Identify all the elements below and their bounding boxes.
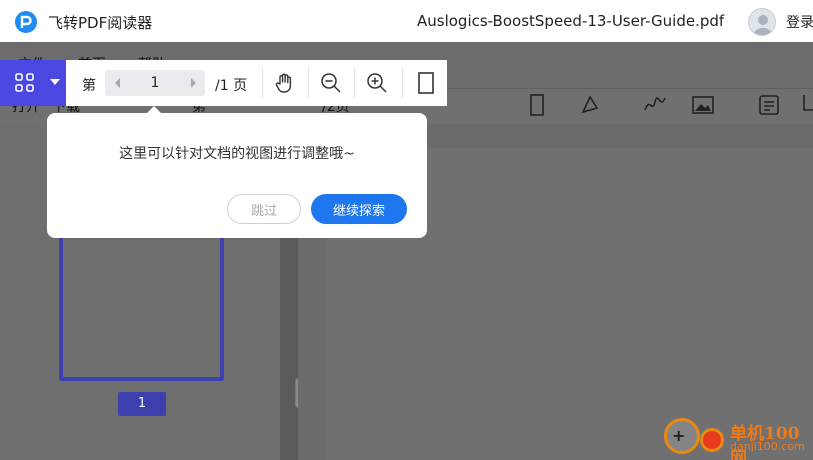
crop-icon[interactable] <box>796 92 813 118</box>
zoom-out-icon <box>321 73 341 93</box>
watermark-plus-icon: + <box>672 426 686 445</box>
next-page-button[interactable] <box>182 70 204 96</box>
page-thumbnail[interactable] <box>59 226 224 381</box>
document-title: Auslogics-BoostSpeed-13-User-Guide.pdf <box>417 12 725 30</box>
single-page-icon <box>418 72 434 94</box>
toolbar-divider <box>402 68 403 98</box>
page-number-input[interactable]: 1 <box>130 70 180 96</box>
single-page-view-button[interactable] <box>411 68 441 98</box>
chevron-down-icon[interactable] <box>50 79 60 85</box>
highlighter-icon[interactable] <box>578 92 604 118</box>
signature-icon[interactable] <box>642 92 668 118</box>
avatar[interactable] <box>748 8 776 36</box>
toolbar-divider <box>354 68 355 98</box>
note-icon[interactable] <box>756 92 782 118</box>
page-prefix-label: 第 <box>82 78 96 94</box>
zoom-in-button[interactable] <box>362 68 392 98</box>
toolbar-divider <box>262 68 263 98</box>
zoom-in-icon <box>367 73 387 93</box>
triangle-right-icon <box>191 78 196 88</box>
prev-page-button[interactable] <box>107 70 129 96</box>
zoom-out-button[interactable] <box>316 68 346 98</box>
app-logo-icon <box>15 11 37 33</box>
onboarding-tooltip: 这里可以针对文档的视图进行调整哦~ 跳过 继续探索 <box>47 113 427 238</box>
watermark-dot-icon <box>700 428 724 452</box>
skip-button[interactable]: 跳过 <box>227 194 301 224</box>
app-name: 飞转PDF阅读器 <box>48 14 153 32</box>
image-icon[interactable] <box>690 92 716 118</box>
page-total-label: /1 页 <box>215 78 248 94</box>
triangle-left-icon <box>115 78 120 88</box>
hand-tool-button[interactable] <box>270 68 300 98</box>
watermark-url: danji100.com <box>730 440 805 453</box>
grid-view-button[interactable] <box>0 60 66 106</box>
grid-icon <box>15 73 34 92</box>
continue-explore-button[interactable]: 继续探索 <box>311 194 407 224</box>
page-badge: 1 <box>118 392 166 416</box>
hand-icon <box>275 73 292 93</box>
toolbar-divider <box>308 68 309 98</box>
login-link[interactable]: 登录 <box>786 12 813 32</box>
tooltip-message: 这里可以针对文档的视图进行调整哦~ <box>119 146 355 162</box>
page-view-icon[interactable] <box>524 92 550 118</box>
